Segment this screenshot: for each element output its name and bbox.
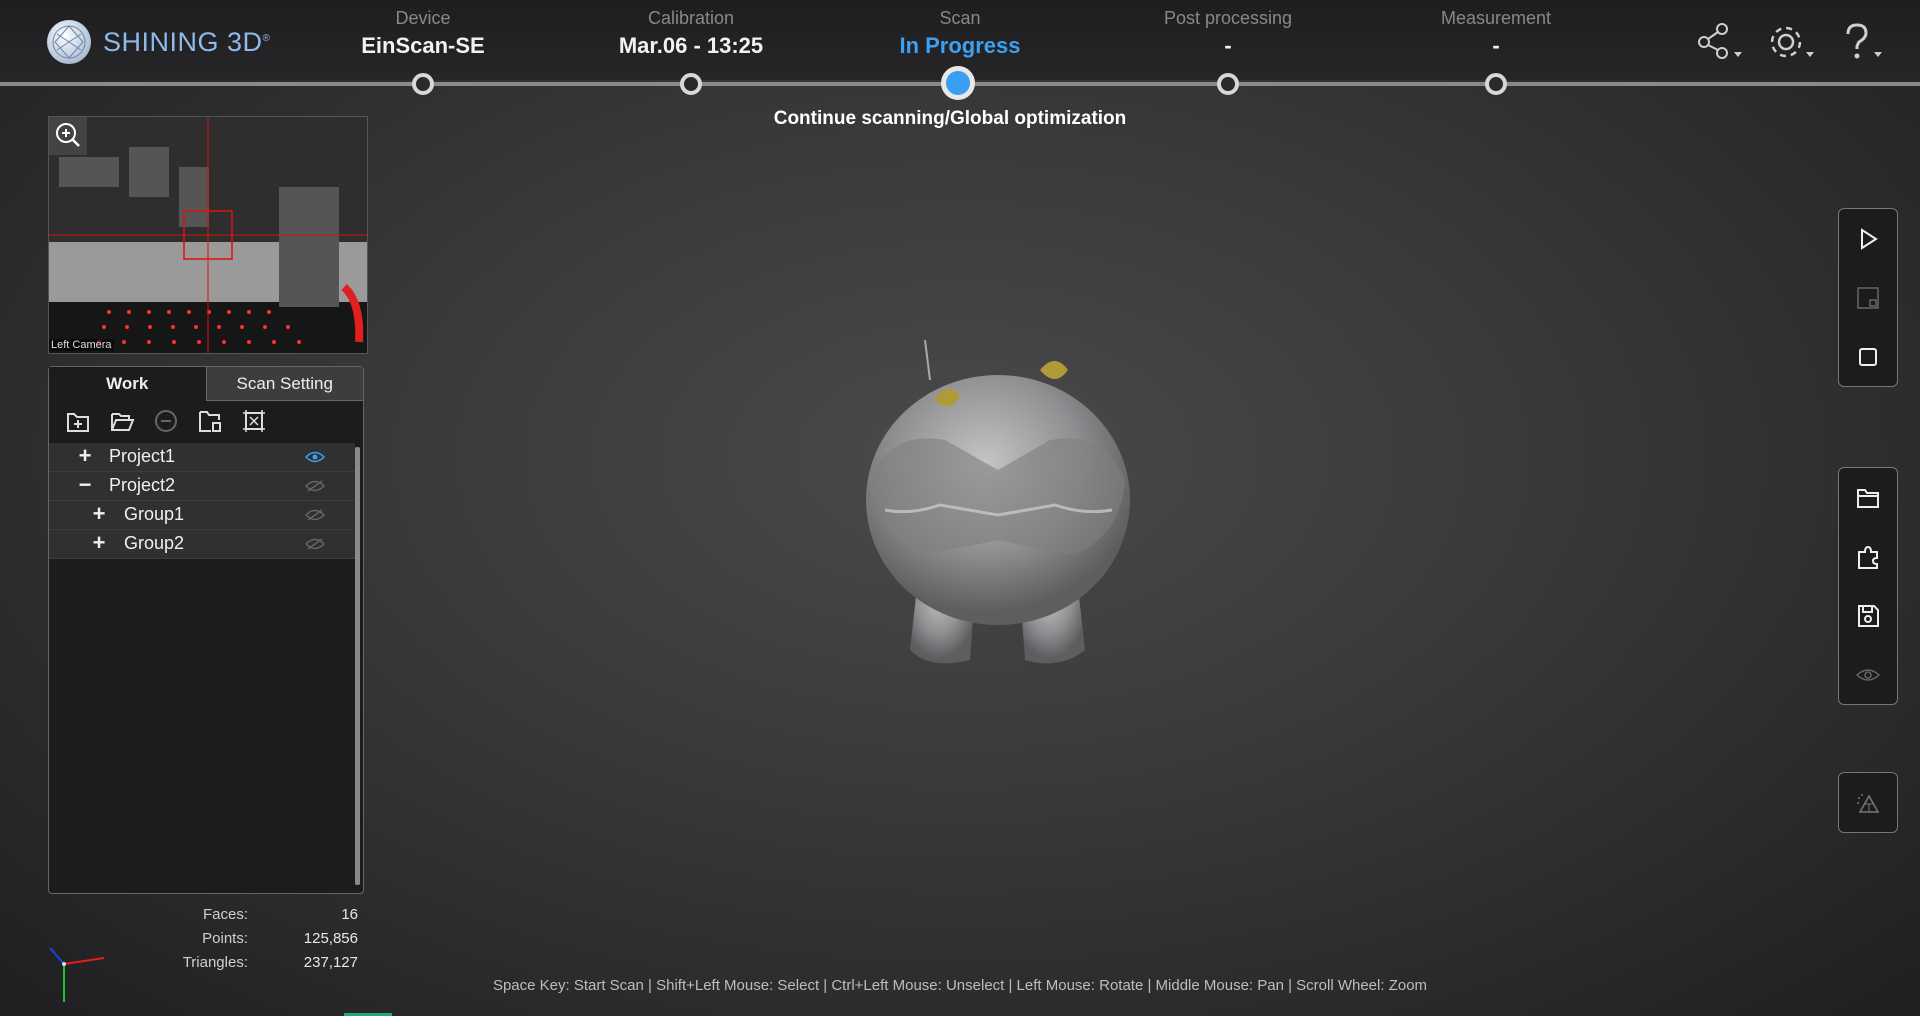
project-toolbar xyxy=(49,401,363,441)
file-tools-group xyxy=(1838,467,1898,705)
remove-icon[interactable] xyxy=(153,408,179,434)
hidden-eye-icon[interactable] xyxy=(305,509,325,521)
step-calibration[interactable]: Calibration Mar.06 - 13:25 xyxy=(591,8,791,59)
save-button[interactable] xyxy=(1839,586,1897,645)
collapse-icon[interactable]: − xyxy=(75,474,95,496)
step-node-scan[interactable] xyxy=(941,66,975,100)
scan-status-message: Continue scanning/Global optimization xyxy=(773,108,1127,129)
hidden-eye-icon[interactable] xyxy=(305,480,325,492)
mesh-button[interactable] xyxy=(1839,773,1897,832)
camera-preview[interactable]: Left Camera xyxy=(48,116,368,354)
stat-label: Faces: xyxy=(202,906,248,923)
step-value: Mar.06 - 13:25 xyxy=(618,33,764,58)
new-project-icon[interactable] xyxy=(65,408,91,434)
brand-logo: SHINING 3D® xyxy=(47,20,270,64)
step-name: Measurement xyxy=(1440,8,1552,28)
scan-stats: Faces: 16 Points: 125,856 Triangles: 237… xyxy=(150,906,358,978)
step-name: Calibration xyxy=(647,8,735,28)
plugin-button[interactable] xyxy=(1839,527,1897,586)
step-node-measurement[interactable] xyxy=(1485,73,1507,95)
step-value: - xyxy=(1492,33,1500,58)
axis-gizmo-icon xyxy=(49,947,105,1002)
logo-globe-icon xyxy=(47,20,91,64)
panel-tabs: Work Scan Setting xyxy=(49,367,363,401)
folder-button[interactable] xyxy=(1839,468,1897,527)
stat-value: 125,856 xyxy=(303,930,358,947)
step-device[interactable]: Device EinScan-SE xyxy=(323,8,523,59)
tree-scrollbar[interactable] xyxy=(355,447,360,885)
stop-icon xyxy=(1859,347,1877,366)
step-measurement[interactable]: Measurement - xyxy=(1396,8,1596,59)
stat-faces: Faces: 16 xyxy=(150,906,358,930)
open-project-icon[interactable] xyxy=(109,408,135,434)
play-button[interactable] xyxy=(1839,209,1897,268)
tree-item-label: Project2 xyxy=(109,475,176,495)
visibility-button[interactable] xyxy=(1839,645,1897,704)
play-icon xyxy=(1861,227,1878,250)
puzzle-icon xyxy=(1858,545,1878,569)
tree-item-group2[interactable]: + Group2 xyxy=(49,530,355,559)
expand-icon[interactable]: + xyxy=(89,532,109,554)
stop-button[interactable] xyxy=(1839,327,1897,386)
tab-work[interactable]: Work xyxy=(49,367,206,401)
hidden-eye-icon[interactable] xyxy=(305,538,325,550)
share-icon[interactable] xyxy=(1696,22,1744,62)
stat-points: Points: 125,856 xyxy=(150,930,358,954)
stat-triangles: Triangles: 237,127 xyxy=(150,954,358,978)
merge-icon[interactable] xyxy=(241,408,267,434)
delete-folder-icon[interactable] xyxy=(197,408,223,434)
stat-value: 237,127 xyxy=(303,954,358,971)
step-value: In Progress xyxy=(899,33,1021,58)
tree-item-label: Group2 xyxy=(124,533,185,553)
stat-value: 16 xyxy=(341,906,358,923)
scan-control-group xyxy=(1838,208,1898,387)
crop-button[interactable] xyxy=(1839,268,1897,327)
tree-item-label: Group1 xyxy=(124,504,185,524)
tree-item-project2[interactable]: − Project2 xyxy=(49,472,355,501)
step-name: Device xyxy=(395,8,451,28)
mesh-tools-group xyxy=(1838,772,1898,833)
settings-icon[interactable] xyxy=(1768,22,1816,62)
zoom-in-icon xyxy=(56,123,80,147)
eye-icon xyxy=(1855,668,1881,681)
step-node-device[interactable] xyxy=(412,73,434,95)
tree-item-project1[interactable]: + Project1 xyxy=(49,443,355,472)
scanned-model[interactable] xyxy=(850,340,1140,690)
folder-icon xyxy=(1857,488,1879,508)
tree-item-label: Project1 xyxy=(109,446,176,466)
step-name: Post processing xyxy=(1163,8,1293,28)
step-scan[interactable]: Scan In Progress xyxy=(860,8,1060,59)
zoom-in-button[interactable] xyxy=(49,117,87,155)
save-icon xyxy=(1858,604,1879,627)
step-node-calibration[interactable] xyxy=(680,73,702,95)
tree-item-group1[interactable]: + Group1 xyxy=(49,501,355,530)
tab-scan-setting[interactable]: Scan Setting xyxy=(205,367,363,401)
expand-icon[interactable]: + xyxy=(89,503,109,525)
work-panel: Work Scan Setting + Project1 − Project2 … xyxy=(48,366,364,894)
step-node-post-processing[interactable] xyxy=(1217,73,1239,95)
stat-label: Triangles: xyxy=(182,954,248,971)
visible-eye-icon[interactable] xyxy=(305,451,325,463)
step-post-processing[interactable]: Post processing - xyxy=(1128,8,1328,59)
expand-icon[interactable]: + xyxy=(75,445,95,467)
project-tree: + Project1 − Project2 + Group1 + Group2 xyxy=(49,443,355,559)
step-value: EinScan-SE xyxy=(361,33,485,58)
step-value: - xyxy=(1224,33,1232,58)
help-icon[interactable] xyxy=(1840,22,1888,62)
step-name: Scan xyxy=(939,8,981,28)
stat-label: Points: xyxy=(202,930,248,947)
crop-icon xyxy=(1857,286,1879,309)
camera-label: Left Camera xyxy=(49,339,114,351)
brand-name: SHINING 3D® xyxy=(103,26,271,57)
mesh-icon xyxy=(1857,793,1880,813)
shortcut-hint: Space Key: Start Scan | Shift+Left Mouse… xyxy=(492,977,1428,994)
